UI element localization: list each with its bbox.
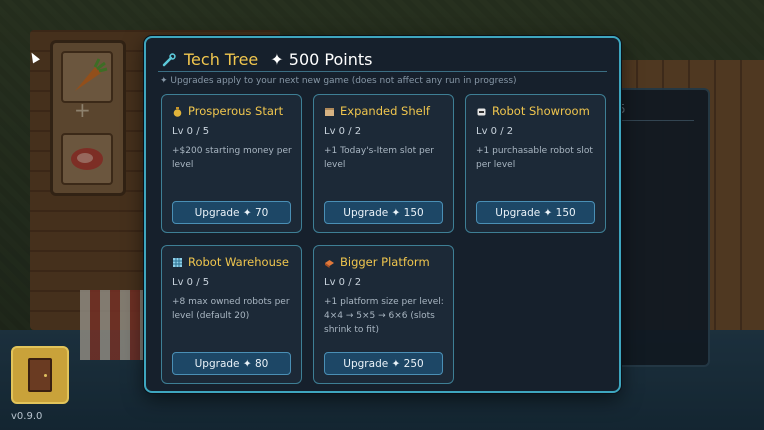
exit-door-button[interactable] xyxy=(11,346,69,404)
upgrade-note: ✦ Upgrades apply to your next new game (… xyxy=(160,76,517,86)
upgrade-card-expanded-shelf: Expanded Shelf Lv 0 / 2 +1 Today's-Item … xyxy=(313,94,454,233)
upgrade-button[interactable]: Upgrade ✦ 80 xyxy=(172,352,291,375)
points-balance: ✦ 500 Points xyxy=(270,49,373,69)
upgrade-card-prosperous-start: Prosperous Start Lv 0 / 5 +$200 starting… xyxy=(161,94,302,233)
header-divider xyxy=(158,71,607,72)
card-description: +8 max owned robots per level (default 2… xyxy=(172,297,290,321)
money-bag-icon xyxy=(172,106,183,117)
card-title: Robot Showroom xyxy=(492,104,590,118)
warehouse-icon xyxy=(172,257,183,268)
card-description: +1 Today's-Item slot per level xyxy=(324,146,434,170)
upgrade-button[interactable]: Upgrade ✦ 150 xyxy=(476,201,595,224)
upgrade-card-robot-warehouse: Robot Warehouse Lv 0 / 5 +8 max owned ro… xyxy=(161,245,302,384)
card-level: Lv 0 / 2 xyxy=(476,126,514,137)
platform-icon xyxy=(324,257,335,268)
door-icon xyxy=(28,358,52,392)
card-title: Expanded Shelf xyxy=(340,104,430,118)
tech-tree-modal: Tech Tree ✦ 500 Points ✦ Upgrades apply … xyxy=(144,36,621,393)
version-label: v0.9.0 xyxy=(11,411,43,422)
card-level: Lv 0 / 2 xyxy=(324,126,362,137)
card-title: Prosperous Start xyxy=(188,104,284,118)
wrench-icon xyxy=(162,52,176,67)
upgrade-button[interactable]: Upgrade ✦ 70 xyxy=(172,201,291,224)
upgrade-button[interactable]: Upgrade ✦ 250 xyxy=(324,352,443,375)
card-description: +1 platform size per level: 4×4 → 5×5 → … xyxy=(324,297,444,335)
card-level: Lv 0 / 5 xyxy=(172,126,210,137)
card-level: Lv 0 / 5 xyxy=(172,277,210,288)
card-description: +1 purchasable robot slot per level xyxy=(476,146,593,170)
modal-header: Tech Tree ✦ 500 Points xyxy=(162,48,372,70)
upgrade-card-robot-showroom: Robot Showroom Lv 0 / 2 +1 purchasable r… xyxy=(465,94,606,233)
modal-title: Tech Tree xyxy=(184,49,259,69)
card-title: Robot Warehouse xyxy=(188,255,289,269)
upgrade-button[interactable]: Upgrade ✦ 150 xyxy=(324,201,443,224)
upgrade-card-bigger-platform: Bigger Platform Lv 0 / 2 +1 platform siz… xyxy=(313,245,454,384)
card-level: Lv 0 / 2 xyxy=(324,277,362,288)
robot-icon xyxy=(476,106,487,117)
card-description: +$200 starting money per level xyxy=(172,146,292,170)
card-title: Bigger Platform xyxy=(340,255,430,269)
shelf-box-icon xyxy=(324,106,335,117)
